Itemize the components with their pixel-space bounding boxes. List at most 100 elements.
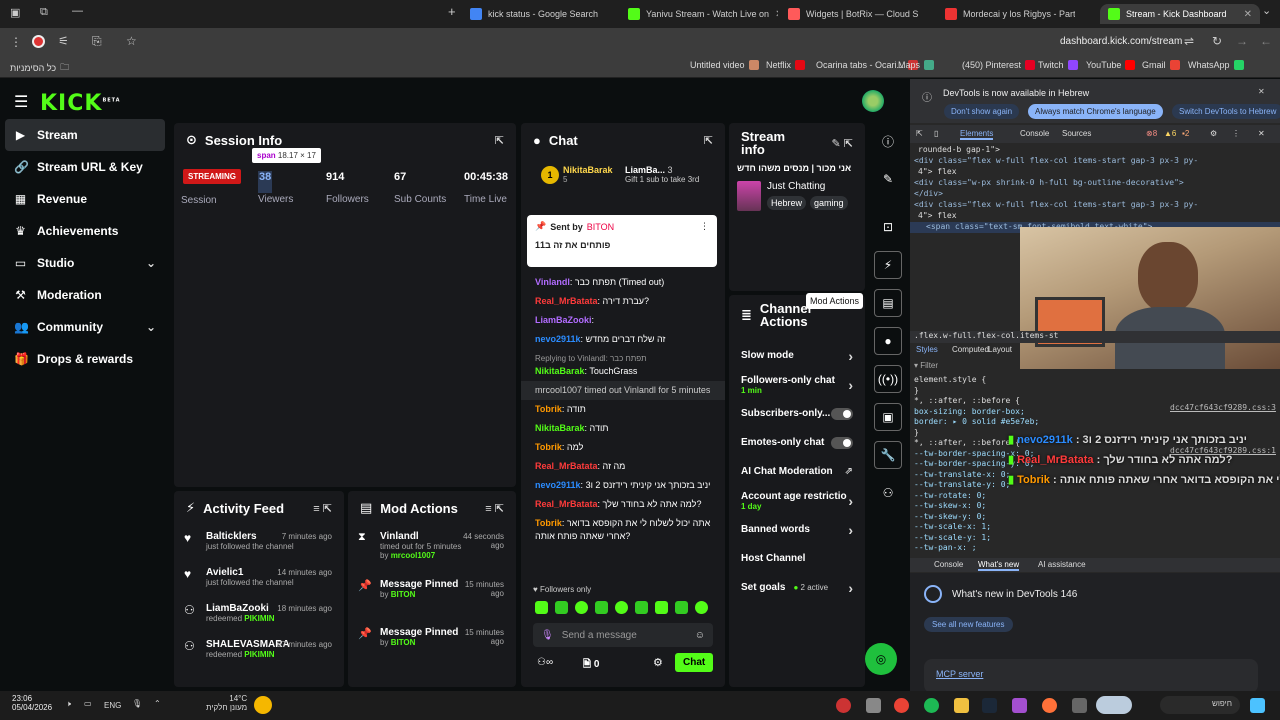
network-icon[interactable]: ▭ — [84, 699, 92, 708]
mod-actions-icon[interactable]: ▤ — [874, 289, 902, 317]
emote-icon[interactable] — [635, 601, 648, 614]
tab-list-icon[interactable]: ⌄ — [1262, 4, 1271, 17]
discord-app-icon[interactable] — [1012, 698, 1027, 713]
channel-action-followers-only-chat[interactable]: Followers-only chat 1 min › — [729, 370, 865, 399]
sidebar-item-studio[interactable]: ▭ Studio ⌄ — [0, 247, 170, 279]
broadcast-icon[interactable]: ((•)) — [874, 365, 902, 393]
warning-count[interactable]: ▲6 — [1164, 129, 1176, 138]
toggle-switch[interactable] — [831, 407, 853, 420]
install-app-icon[interactable]: ⎘ — [92, 34, 102, 49]
mic-icon[interactable]: 🎙 — [132, 699, 142, 708]
channel-action-ai-chat-moderation[interactable]: AI Chat Moderation ⇗ — [729, 457, 865, 486]
emote-icon[interactable] — [575, 601, 588, 614]
chat-username[interactable]: Real_MrBatata — [535, 499, 598, 509]
chat-username[interactable]: LiamBaZooki — [535, 315, 592, 325]
bookmark-item[interactable]: YouTube — [1086, 60, 1136, 70]
bookmark-item[interactable]: Gmail — [1142, 60, 1180, 70]
bolt-icon[interactable]: ⚡ — [874, 251, 902, 279]
filter-icon[interactable]: ≡ ⇱ — [485, 502, 504, 515]
chevron-down-icon[interactable]: ⌄ — [146, 256, 156, 270]
close-icon[interactable]: ✕ — [1258, 87, 1265, 96]
chat-username[interactable]: Tobrik — [535, 518, 562, 528]
devtools-tab[interactable]: Elements — [960, 129, 994, 140]
chat-username[interactable]: Real_MrBatata — [535, 461, 598, 471]
bookmark-item[interactable]: Untitled video — [690, 60, 759, 70]
dom-node-line[interactable]: <div class="flex w-full flex-col items-s… — [910, 200, 1280, 211]
support-button[interactable]: ◎ — [865, 643, 897, 675]
volume-icon[interactable]: 🕨 — [66, 699, 71, 709]
stream-tag[interactable]: gaming — [810, 196, 848, 210]
filter-icon[interactable]: ≡ ⇱ — [313, 502, 332, 515]
gift-count[interactable]: 🗎 0 — [583, 657, 599, 674]
info-count[interactable]: ▪2 — [1182, 129, 1189, 138]
settings-icon[interactable]: ⚙ — [653, 656, 663, 669]
sidebar-item-moderation[interactable]: ⚒ Moderation — [0, 279, 170, 311]
bookmark-item[interactable]: Twitch — [1038, 60, 1078, 70]
send-chat-button[interactable]: Chat — [675, 653, 714, 672]
chat-username[interactable]: nevo2911k — [535, 334, 581, 344]
chat-username[interactable]: Tobrik — [535, 404, 562, 414]
channel-action-host-channel[interactable]: Host Channel — [729, 544, 865, 573]
chat-username[interactable]: Tobrik — [535, 442, 562, 452]
popout-icon[interactable]: ⇱ — [704, 134, 713, 147]
emote-icon[interactable] — [595, 601, 608, 614]
browser-tab[interactable]: Yanivu Stream - Watch Live on✕ — [628, 4, 778, 24]
chevron-down-icon[interactable]: ⌄ — [146, 320, 156, 334]
clock[interactable]: 23:06 05/04/2026 — [12, 694, 52, 712]
app-icon[interactable] — [836, 698, 851, 713]
mic-icon[interactable]: 🎙 — [541, 630, 554, 641]
dom-node-line[interactable]: rounded-b gap-1"> — [910, 145, 1280, 156]
browser-tab[interactable]: Mordecai y los Rigbys - Party T✕ — [945, 4, 1075, 24]
error-count[interactable]: ⊗8 — [1146, 129, 1157, 138]
chat-username[interactable]: Vinlandl — [535, 277, 570, 287]
site-settings-icon[interactable]: ⇌ — [1184, 34, 1194, 48]
dom-node-line[interactable]: <div class="flex w-full flex-col items-s… — [910, 156, 1280, 167]
chat-username[interactable]: NikitaBarak — [535, 423, 585, 433]
minimize-icon[interactable]: — — [72, 5, 83, 17]
bookmark-item[interactable]: Netflix — [766, 60, 806, 70]
styles-tab[interactable]: Styles — [916, 345, 938, 354]
see-all-button[interactable]: See all new features — [924, 617, 1013, 632]
browser-tab[interactable]: Widgets | BotRix — Cloud Stre✕ — [788, 4, 918, 24]
more-icon[interactable]: ⋮ — [1232, 129, 1240, 138]
reload-icon[interactable]: ↻ — [1212, 34, 1222, 48]
chat-icon[interactable]: ● — [874, 327, 902, 355]
chrome-app-icon[interactable] — [894, 698, 909, 713]
css-source-link[interactable]: dcc47cf643cf9289.css:3 — [1170, 403, 1276, 412]
switch-language-button[interactable]: Switch DevTools to Hebrew — [1172, 104, 1280, 119]
mod-action-by[interactable]: BITON — [391, 638, 416, 647]
bookmark-item[interactable]: WhatsApp — [1188, 60, 1244, 70]
kick-logo[interactable]: KICKBETA — [40, 91, 121, 116]
wrench-icon[interactable]: 🔧 — [874, 441, 902, 469]
language-indicator[interactable]: ENG — [104, 701, 121, 710]
webcam-icon[interactable]: ⊡ — [874, 213, 902, 241]
devtools-tab[interactable]: Console — [1020, 129, 1049, 138]
toggle-switch[interactable] — [831, 436, 853, 449]
activity-user[interactable]: LiamBaZooki — [206, 603, 275, 614]
channel-action-emotes-only-chat[interactable]: Emotes-only chat — [729, 428, 865, 457]
emote-icon[interactable] — [615, 601, 628, 614]
sidebar-item-achievements[interactable]: ♛ Achievements — [0, 215, 170, 247]
sidebar-item-stream[interactable]: ▶ Stream — [5, 119, 165, 151]
window-menu-icon[interactable]: ▣ — [10, 6, 20, 19]
sidebar-item-revenue[interactable]: ▦ Revenue — [0, 183, 170, 215]
search-box[interactable]: חיפוש — [1160, 696, 1240, 714]
emote-icon[interactable] — [535, 601, 548, 614]
device-icon[interactable]: ▯ — [934, 129, 938, 138]
tab-search-icon[interactable]: ⧉ — [40, 6, 48, 19]
drawer-tab[interactable]: What's new — [978, 560, 1020, 571]
emote-icon[interactable] — [695, 601, 708, 614]
bookmark-star-icon[interactable]: ☆ — [126, 34, 137, 48]
edit-icon[interactable]: ✎ — [874, 165, 902, 193]
forward-icon[interactable]: → — [1236, 34, 1248, 48]
emote-icon[interactable] — [655, 601, 668, 614]
channel-action-account-age-restrictio[interactable]: Account age restrictio 1 day › — [729, 486, 865, 515]
mod-action-by[interactable]: BITON — [391, 590, 416, 599]
chat-username[interactable]: NikitaBarak — [535, 366, 585, 376]
styles-tab[interactable]: Computed — [952, 345, 989, 354]
weather-widget[interactable]: 14°C מעונן חלקית — [206, 694, 247, 712]
explorer-app-icon[interactable] — [954, 698, 969, 713]
edit-icon[interactable]: ✎ ⇱ — [832, 137, 854, 150]
drops-icon[interactable]: ⚇ — [874, 479, 902, 507]
spotify-app-icon[interactable] — [924, 698, 939, 713]
